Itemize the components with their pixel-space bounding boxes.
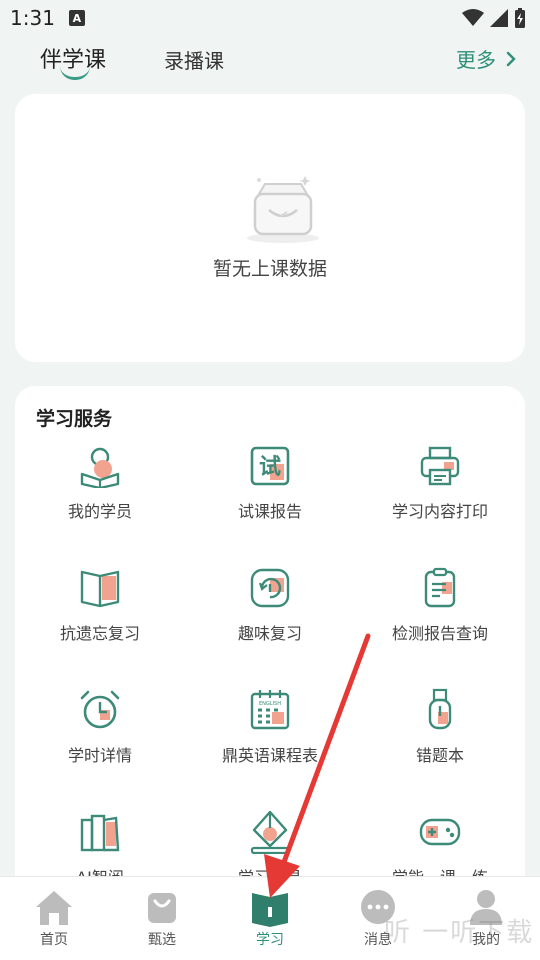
service-anti-forget-review[interactable]: 抗遗忘复习 [15,566,185,644]
usb-drive-icon [428,688,452,730]
gamepad-icon [419,818,461,846]
service-trial-report[interactable]: 试 试课报告 [185,444,355,522]
signal-icon [490,9,508,27]
more-link[interactable]: 更多 [456,44,516,73]
more-label: 更多 [456,48,496,72]
battery-icon [515,8,525,28]
service-study-hours[interactable]: 学时详情 [15,688,185,766]
chevron-right-icon [506,51,516,66]
service-fun-review[interactable]: 趣味复习 [185,566,355,644]
nav-study[interactable]: 学习 [216,887,324,949]
watermark: 听 一听下载 [384,918,535,948]
wifi-icon [462,9,484,26]
service-label: 鼎英语课程表 [221,746,318,765]
service-label: 错题本 [415,746,464,765]
service-label: 检测报告查询 [391,624,488,643]
status-bar: 1:31 A [0,0,540,36]
active-tab-indicator [60,66,90,80]
service-label: 试课报告 [237,502,302,521]
service-label: 我的学员 [67,502,132,521]
services-title: 学习服务 [36,408,113,430]
service-print-content[interactable]: 学习内容打印 [355,444,525,522]
trial-report-icon: 试 [250,446,290,486]
status-time: 1:31 [10,6,55,30]
svg-text:试: 试 [259,455,281,480]
course-list-card: 暂无上课数据 [15,94,525,362]
service-my-students[interactable]: 我的学员 [15,444,185,522]
pen-nib-icon [250,810,290,854]
svg-text:ENGLISH: ENGLISH [259,701,281,707]
service-label: 抗遗忘复习 [59,624,140,643]
notification-icon: A [68,10,85,26]
nav-label: 首页 [40,932,68,948]
alarm-clock-icon [80,690,120,729]
status-indicators [462,8,526,28]
empty-box-icon [247,176,319,243]
study-book-icon [252,893,288,927]
review-cycle-icon [250,568,290,608]
service-mistake-book[interactable]: 错题本 [355,688,525,766]
books-icon [80,814,120,852]
service-label: 学时详情 [67,746,132,765]
nav-label: 学习 [256,932,284,948]
empty-state-text: 暂无上课数据 [212,258,327,280]
service-label: 趣味复习 [237,624,302,643]
service-english-schedule[interactable]: ENGLISH 鼎英语课程表 [185,688,355,766]
english-calendar-icon: ENGLISH [250,690,290,730]
clipboard-icon [424,567,456,608]
student-reading-icon [80,447,120,488]
nav-selection[interactable]: 甄选 [108,887,216,949]
tab-recorded-course[interactable]: 录播课 [164,45,224,74]
service-test-report-query[interactable]: 检测报告查询 [355,566,525,644]
study-services-card: 学习服务 我的学员 试 试课报告 学习内容打印 抗遗忘复习 趣味复习 检测报告查… [15,386,525,906]
printer-icon [420,446,460,486]
open-book-icon [80,570,120,608]
nav-home[interactable]: 首页 [0,887,108,949]
nav-label: 甄选 [148,932,176,948]
home-icon [36,891,72,925]
course-tabs: 伴学课 录播课 更多 [0,36,540,88]
service-label: 学习内容打印 [391,502,488,521]
shopping-bag-icon [148,893,176,923]
